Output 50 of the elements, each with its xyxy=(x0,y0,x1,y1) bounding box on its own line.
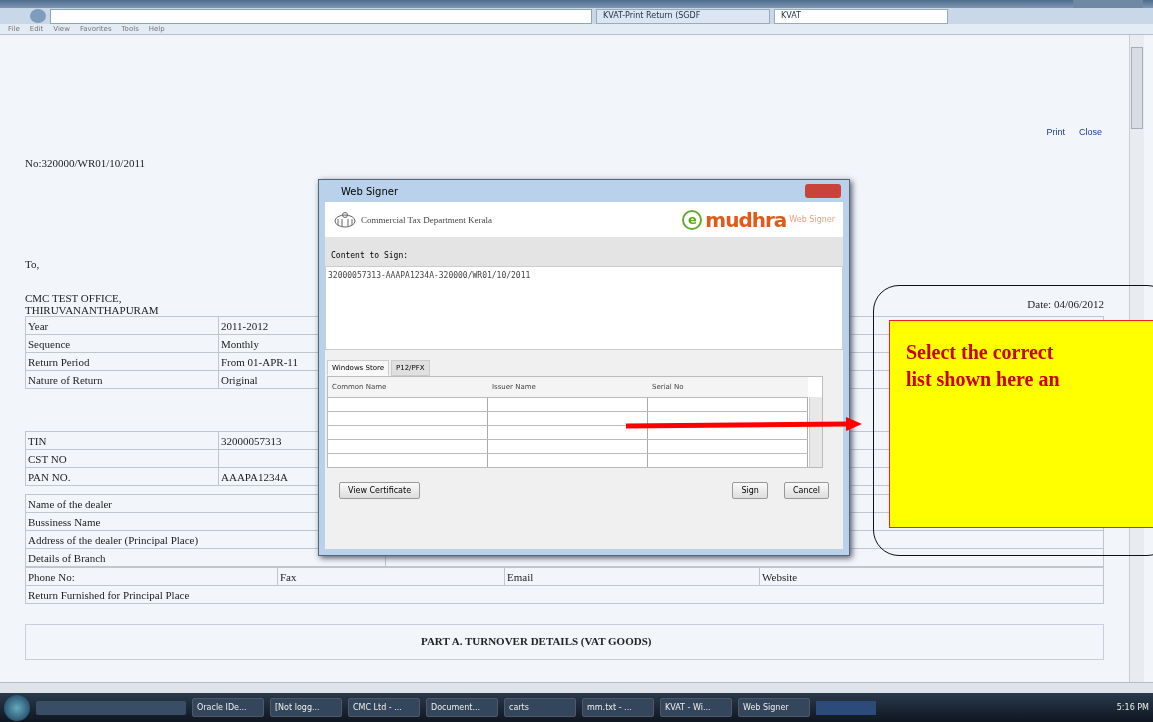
table-cell: CST NO xyxy=(25,449,219,468)
table-cell: Return Furnished for Principal Place xyxy=(25,585,1104,604)
product-name: Web Signer xyxy=(789,215,835,224)
horizontal-scrollbar[interactable] xyxy=(0,682,1153,693)
table-cell: Return Period xyxy=(25,352,219,371)
content-text-area: 32000057313-AAAPA1234A-320000/WR01/10/2011 xyxy=(325,266,843,350)
date-text: Date: 04/06/2012 xyxy=(1027,298,1104,312)
table-cell: Sequence xyxy=(25,334,219,353)
close-button[interactable] xyxy=(805,184,841,198)
taskbar-button[interactable]: carts xyxy=(504,698,576,717)
cancel-button[interactable]: Cancel xyxy=(783,482,829,499)
taskbar-button[interactable]: [Not logg... xyxy=(270,698,342,717)
taskbar-button[interactable]: CMC Ltd - ... xyxy=(348,698,420,717)
note-text: list shown here an xyxy=(906,367,1061,392)
start-button[interactable] xyxy=(4,694,30,721)
browser-tab[interactable]: KVAT-Print Return (SGDF xyxy=(596,8,770,24)
logo-text: mudhra xyxy=(705,207,787,232)
browser-tab[interactable]: KVAT xyxy=(774,8,948,24)
address-bar[interactable] xyxy=(50,8,592,24)
taskbar-button[interactable]: Oracle IDe... xyxy=(192,698,264,717)
page-link[interactable]: Close xyxy=(1079,127,1102,137)
page-link[interactable]: Print xyxy=(1046,127,1065,137)
table-cell: PAN NO. xyxy=(25,467,219,486)
table-cell: Nature of Return xyxy=(25,370,219,389)
taskbar-button[interactable]: Document... xyxy=(426,698,498,717)
address-line: THIRUVANANTHAPURAM xyxy=(25,304,159,316)
table-scrollbar[interactable] xyxy=(809,397,822,467)
to-label: To, xyxy=(25,258,40,270)
table-cell: Fax xyxy=(277,567,505,586)
table-cell: Email xyxy=(504,567,760,586)
table-cell: TIN xyxy=(25,431,219,450)
view-certificate-button[interactable]: View Certificate xyxy=(339,482,421,499)
table-cell: Website xyxy=(759,567,1104,586)
sign-button[interactable]: Sign xyxy=(732,482,768,499)
department-name: Commercial Tax Department Kerala xyxy=(361,214,492,225)
note-text: Select the correct xyxy=(906,340,1055,365)
taskbar-button[interactable]: mm.txt - ... xyxy=(582,698,654,717)
reference-number: No:320000/WR01/10/2011 xyxy=(25,157,146,169)
taskbar-button[interactable]: Web Signer xyxy=(738,698,810,717)
back-button[interactable] xyxy=(30,9,46,23)
dialog-title: Web Signer xyxy=(341,185,399,197)
address-line: CMC TEST OFFICE, xyxy=(25,292,123,304)
clock: 5:16 PM xyxy=(1116,703,1149,712)
table-cell: Year xyxy=(25,316,219,335)
taskbar-button[interactable]: KVAT - Wi... xyxy=(660,698,732,717)
logo-mark: e xyxy=(682,209,703,230)
section-heading: PART A. TURNOVER DETAILS (VAT GOODS) xyxy=(25,624,1104,660)
emblem-icon xyxy=(333,210,357,229)
content-label: Content to Sign: xyxy=(325,237,843,266)
table-cell: Phone No: xyxy=(25,567,278,586)
